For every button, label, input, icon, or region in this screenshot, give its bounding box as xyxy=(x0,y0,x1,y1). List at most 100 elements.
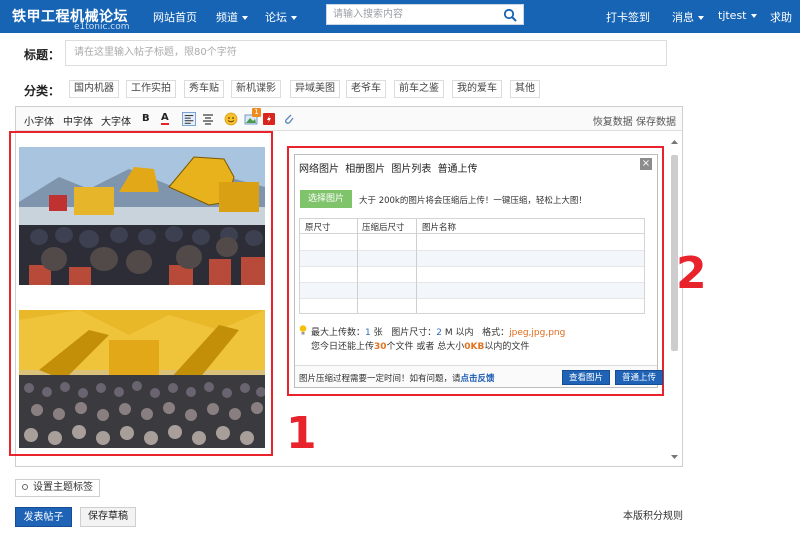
quota-mid: 个文件 或者 总大小 xyxy=(386,342,465,352)
site-logo-subtitle: e1tonic.com xyxy=(74,22,130,32)
category-showcase[interactable]: 秀车贴 xyxy=(184,80,224,98)
image-upload-dialog: 网络图片 相册图片 图片列表 普通上传 × 选择图片 大于 200k的图片将会压… xyxy=(294,154,664,388)
nav-forum-label: 论坛 xyxy=(265,11,287,24)
category-foreign[interactable]: 异域美图 xyxy=(290,80,340,98)
search-icon[interactable] xyxy=(503,8,517,22)
align-center-icon[interactable] xyxy=(201,112,215,126)
title-input[interactable]: 请在这里输入帖子标题，限80个字符 xyxy=(65,40,667,66)
set-topic-tags-button[interactable]: 设置主题标签 xyxy=(15,479,100,497)
file-table-header: 原尺寸 压缩后尺寸 图片名称 xyxy=(300,219,644,234)
annotation-number-2: 2 xyxy=(676,248,707,299)
messages-menu[interactable]: 消息 xyxy=(672,9,704,25)
compress-note: 大于 200k的图片将会压缩后上传！一键压缩，轻松上大图！ xyxy=(359,196,587,206)
format-list: jpeg,jpg,png xyxy=(509,328,566,338)
chevron-down-icon xyxy=(750,14,757,18)
tab-image-list[interactable]: 图片列表 xyxy=(391,164,431,175)
font-color-icon[interactable]: A xyxy=(161,113,169,125)
col-image-name: 图片名称 xyxy=(422,223,457,233)
board-points-rules-link[interactable]: 本版积分规则 xyxy=(623,507,683,522)
chevron-down-icon xyxy=(291,16,297,20)
annotation-box-2: 网络图片 相册图片 图片列表 普通上传 × 选择图片 大于 200k的图片将会压… xyxy=(287,146,664,396)
feedback-link[interactable]: 点击反馈 xyxy=(461,374,495,384)
category-classic[interactable]: 老爷车 xyxy=(346,80,386,98)
category-domestic[interactable]: 国内机器 xyxy=(69,80,119,98)
restore-save-data[interactable]: 恢复数据 保存数据 xyxy=(593,113,676,128)
column-divider xyxy=(416,219,417,313)
category-lessons[interactable]: 前车之鉴 xyxy=(394,80,444,98)
lightbulb-icon xyxy=(299,325,307,335)
tab-normal-upload[interactable]: 普通上传 xyxy=(438,164,478,175)
max-upload-count: 1 xyxy=(365,328,371,338)
file-table: 原尺寸 压缩后尺寸 图片名称 xyxy=(299,218,645,314)
quota-suffix: 以内的文件 xyxy=(484,342,530,352)
scroll-up-icon[interactable] xyxy=(671,139,678,145)
font-large-button[interactable]: 大字体 xyxy=(101,113,131,128)
save-draft-button[interactable]: 保存草稿 xyxy=(80,507,136,527)
image-size-value: 2 xyxy=(436,328,442,338)
radio-circle-icon xyxy=(22,484,28,490)
tab-web-image[interactable]: 网络图片 xyxy=(299,164,339,175)
title-label: 标题： xyxy=(24,48,61,62)
category-worksite[interactable]: 工作实拍 xyxy=(126,80,176,98)
font-medium-button[interactable]: 中字体 xyxy=(63,113,93,128)
search-input[interactable] xyxy=(327,5,497,24)
top-nav-bar: 铁甲工程机械论坛 e1tonic.com 网站首页 频道 论坛 打卡签到 消息 … xyxy=(0,0,800,33)
col-compressed-size: 压缩后尺寸 xyxy=(362,223,405,233)
bold-icon[interactable]: B xyxy=(142,113,150,124)
nav-channel[interactable]: 频道 xyxy=(216,9,248,25)
checkin-link[interactable]: 打卡签到 xyxy=(606,9,650,25)
nav-home[interactable]: 网站首页 xyxy=(153,9,197,25)
upload-tabs: 网络图片 相册图片 图片列表 普通上传 xyxy=(299,160,481,175)
messages-label: 消息 xyxy=(672,11,694,24)
image-size-unit: M 以内 xyxy=(444,328,474,338)
username: tjtest xyxy=(718,9,747,22)
table-row xyxy=(300,251,644,267)
search-box xyxy=(326,4,524,25)
attachment-icon[interactable] xyxy=(282,112,296,126)
table-row xyxy=(300,235,644,251)
nav-forum[interactable]: 论坛 xyxy=(265,9,297,25)
publish-post-button[interactable]: 发表帖子 xyxy=(15,507,72,527)
select-image-button[interactable]: 选择图片 xyxy=(300,190,352,208)
tab-album-image[interactable]: 相册图片 xyxy=(345,164,385,175)
format-label: 格式： xyxy=(482,328,510,338)
user-menu[interactable]: tjtest xyxy=(718,9,757,22)
category-new-machines[interactable]: 新机谍影 xyxy=(231,80,281,98)
quota-size: 0KB xyxy=(464,342,485,352)
exhibition-photo-1 xyxy=(19,147,265,285)
font-small-button[interactable]: 小字体 xyxy=(24,113,54,128)
max-upload-unit: 张 xyxy=(373,328,383,338)
upload-limits-line: 最大上传数：1 张 图片尺寸：2 M 以内 格式：jpeg,jpg,png xyxy=(311,325,565,338)
image-size-label: 图片尺寸： xyxy=(391,328,437,338)
exhibition-photo-2 xyxy=(19,310,265,448)
quota-prefix: 您今日还能上传 xyxy=(311,342,375,352)
max-upload-label: 最大上传数： xyxy=(311,328,366,338)
emoji-icon[interactable] xyxy=(224,112,238,126)
image-count-badge: 1 xyxy=(252,108,261,117)
chevron-down-icon xyxy=(242,16,248,20)
dialog-footer: 图片压缩过程需要一定时间！如有问题，请点击反馈 查看图片 普通上传 xyxy=(295,365,664,387)
category-label: 分类： xyxy=(24,84,61,98)
col-original-size: 原尺寸 xyxy=(305,223,331,233)
help-link[interactable]: 求助 xyxy=(770,9,792,25)
remaining-quota-line: 您今日还能上传30个文件 或者 总大小0KB以内的文件 xyxy=(311,339,529,352)
flash-icon[interactable] xyxy=(262,112,276,126)
annotation-number-1: 1 xyxy=(286,408,317,459)
table-row xyxy=(300,283,644,299)
category-my-car[interactable]: 我的爱车 xyxy=(452,80,502,98)
category-other[interactable]: 其他 xyxy=(510,80,540,98)
nav-channel-label: 频道 xyxy=(216,11,238,24)
close-icon[interactable]: × xyxy=(640,158,652,170)
chevron-down-icon xyxy=(698,16,704,20)
table-row xyxy=(300,267,644,283)
set-topic-tags-label: 设置主题标签 xyxy=(33,482,93,493)
editor-toolbar: 小字体 中字体 大字体 B A 1 恢复数据 保存数据 xyxy=(16,107,682,131)
align-left-icon[interactable] xyxy=(182,112,196,126)
column-divider xyxy=(357,219,358,313)
quota-file-count: 30 xyxy=(374,342,387,352)
view-images-button[interactable]: 查看图片 xyxy=(562,370,611,385)
normal-upload-button[interactable]: 普通上传 xyxy=(615,370,664,385)
scroll-down-icon[interactable] xyxy=(671,454,678,460)
editor-scrollbar[interactable] xyxy=(670,137,679,462)
annotation-box-1 xyxy=(9,131,273,456)
